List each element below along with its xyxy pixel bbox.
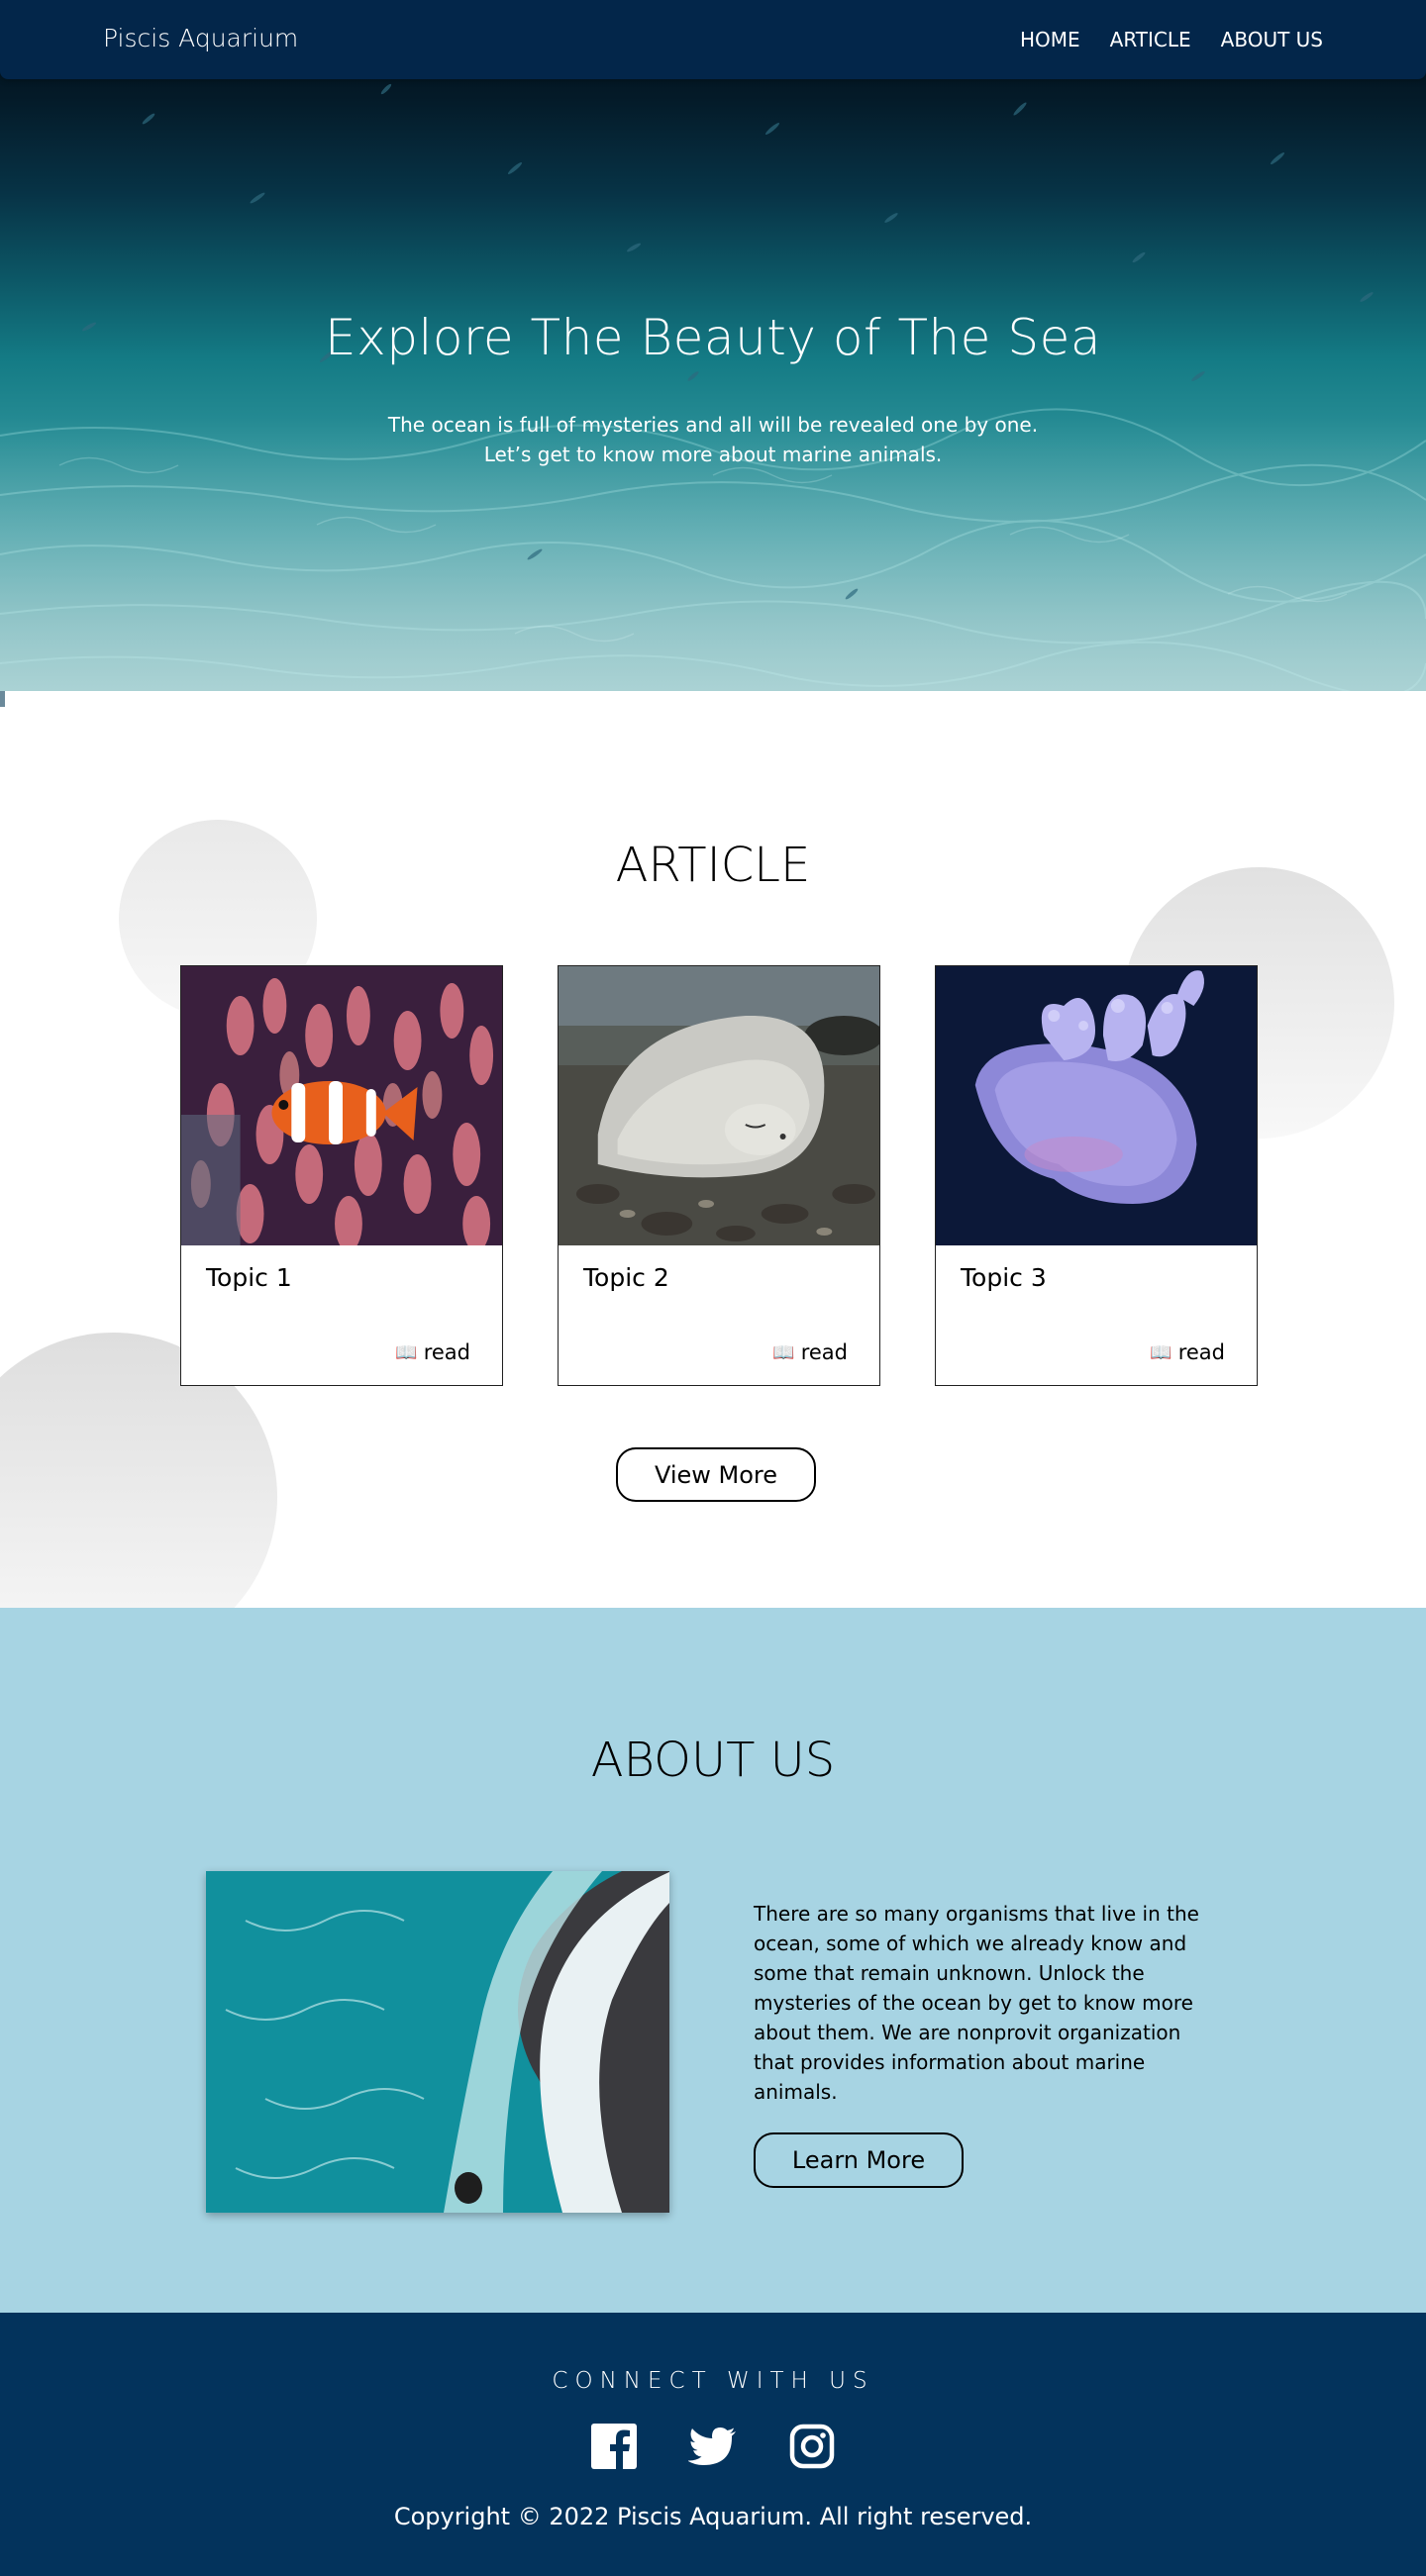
facebook-icon[interactable]: [589, 2422, 639, 2471]
about-section-title: ABOUT US: [590, 1733, 836, 1788]
hero-edge-marker: [0, 691, 5, 707]
hero-section: Explore The Beauty of The Sea The ocean …: [0, 0, 1426, 691]
read-link[interactable]: 📖 read: [395, 1340, 470, 1364]
hero-subtitle-line-2: Let’s get to know more about marine anim…: [483, 443, 943, 466]
brand-logo-text[interactable]: Piscis Aquarium: [103, 24, 298, 52]
hero-subtitle: The ocean is full of mysteries and all w…: [0, 410, 1426, 469]
read-link[interactable]: 📖 read: [1150, 1340, 1225, 1364]
read-label: read: [800, 1340, 848, 1364]
view-more-button[interactable]: View More: [616, 1447, 816, 1502]
read-label: read: [423, 1340, 470, 1364]
about-section: ABOUT US There are so many organisms tha…: [0, 1608, 1426, 2313]
read-link[interactable]: 📖 read: [772, 1340, 848, 1364]
about-image: [206, 1871, 669, 2213]
book-icon: 📖: [772, 1341, 795, 1363]
hero-subtitle-line-1: The ocean is full of mysteries and all w…: [387, 413, 1039, 437]
nav-links: HOME ARTICLE ABOUT US: [1020, 28, 1323, 51]
article-card-1[interactable]: Topic 1 📖 read: [180, 965, 503, 1386]
article-card-2[interactable]: Topic 2 📖 read: [558, 965, 880, 1386]
navbar: Piscis Aquarium HOME ARTICLE ABOUT US: [0, 0, 1426, 79]
card-title: Topic 3: [961, 1263, 1047, 1292]
seal-image: [559, 966, 879, 1245]
social-links: [0, 2422, 1426, 2471]
hero-title: Explore The Beauty of The Sea: [325, 309, 1101, 366]
about-description: There are so many organisms that live in…: [754, 1902, 1199, 2104]
read-label: read: [1177, 1340, 1225, 1364]
nav-link-home[interactable]: HOME: [1020, 28, 1080, 51]
article-section-title: ARTICLE: [615, 838, 811, 893]
copyright-text: Copyright © 2022 Piscis Aquarium. All ri…: [393, 2503, 1033, 2530]
instagram-icon[interactable]: [787, 2422, 837, 2471]
clownfish-image: [181, 966, 502, 1245]
article-card-3[interactable]: Topic 3 📖 read: [935, 965, 1258, 1386]
nav-link-about-us[interactable]: ABOUT US: [1221, 28, 1323, 51]
book-icon: 📖: [395, 1341, 418, 1363]
card-title: Topic 2: [583, 1263, 669, 1292]
jellyfish-image: [936, 966, 1257, 1245]
card-title: Topic 1: [206, 1263, 292, 1292]
book-icon: 📖: [1150, 1341, 1172, 1363]
nav-link-article[interactable]: ARTICLE: [1110, 28, 1191, 51]
ocean-waves-image: [206, 1871, 669, 2213]
learn-more-button[interactable]: Learn More: [754, 2132, 964, 2188]
footer-title: CONNECT WITH US: [552, 2368, 874, 2394]
footer: CONNECT WITH US Copyright © 2022 Piscis …: [0, 2313, 1426, 2576]
twitter-icon[interactable]: [688, 2422, 738, 2471]
